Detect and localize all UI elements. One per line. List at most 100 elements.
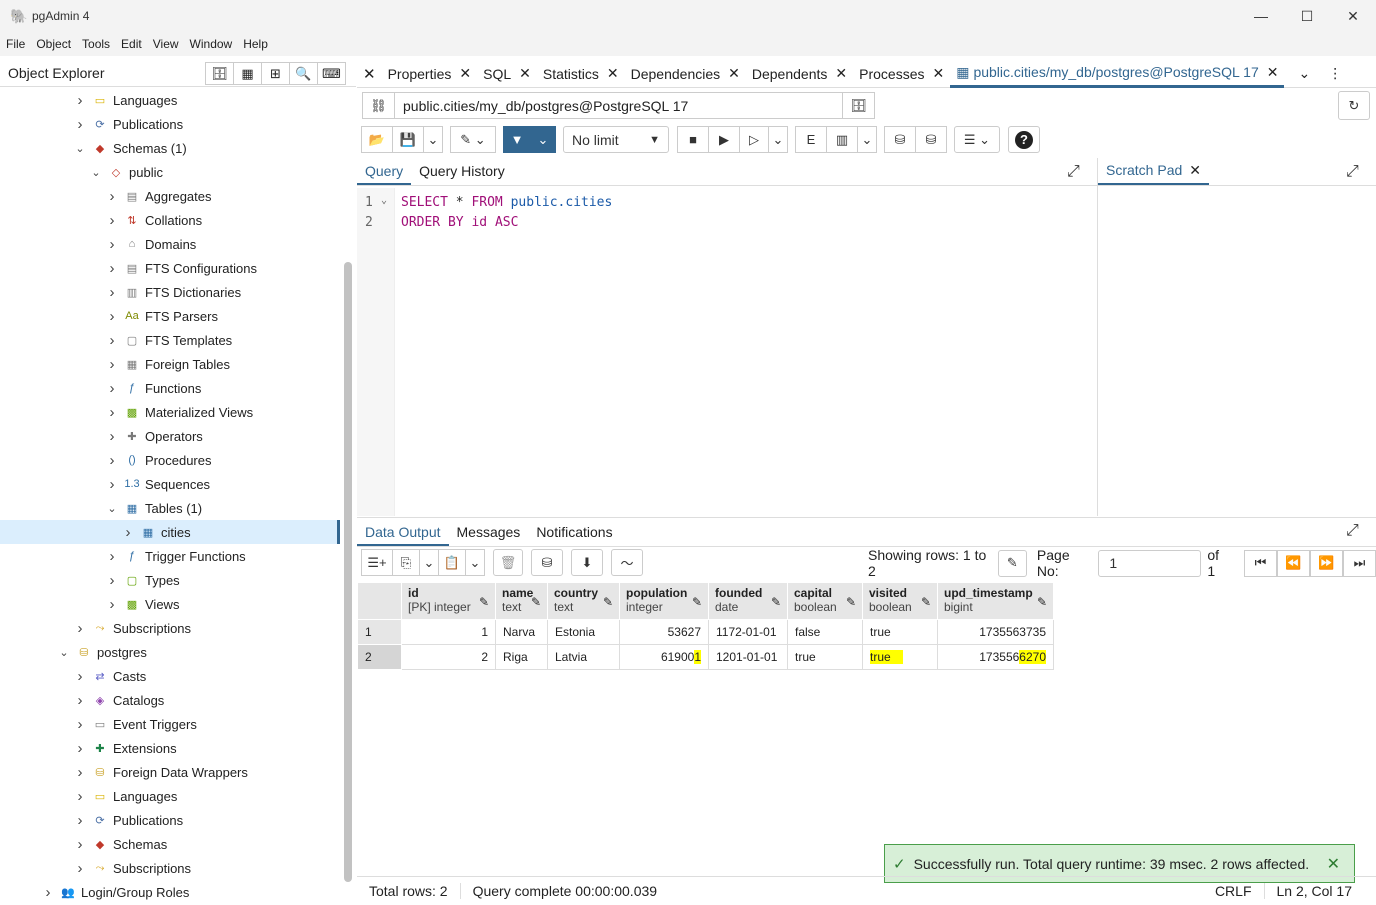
cell-name[interactable]: Riga xyxy=(495,644,548,670)
search-objects-button[interactable]: 🔍 xyxy=(289,62,318,85)
chevron-right-icon[interactable]: › xyxy=(74,620,86,637)
column-header[interactable]: visited boolean ✎ xyxy=(862,582,938,620)
execute-dropdown-button[interactable]: ⌄ xyxy=(768,126,788,153)
sql-editor[interactable]: 1 ⌄ 2 SELECT * FROM public.cities ORDER … xyxy=(357,188,1097,516)
cell-population[interactable]: 53627 xyxy=(619,619,709,645)
maximize-button[interactable]: ☐ xyxy=(1284,0,1330,32)
close-icon[interactable]: ✕ xyxy=(728,65,740,82)
chevron-right-icon[interactable]: › xyxy=(74,668,86,685)
tab-sql[interactable]: SQL ✕ xyxy=(477,60,537,88)
edit-button[interactable]: ✎ ⌄ xyxy=(450,126,496,153)
execute-button[interactable]: ▶ xyxy=(708,126,740,153)
cell-country[interactable]: Latvia xyxy=(547,644,620,670)
chevron-right-icon[interactable]: › xyxy=(74,788,86,805)
tree-item-publications[interactable]: › ⟳ Publications xyxy=(0,112,340,136)
chevron-right-icon[interactable]: › xyxy=(106,356,118,373)
row-limit-select[interactable]: No limit ▼ xyxy=(563,126,669,153)
view-data-button[interactable]: ▦ xyxy=(233,62,262,85)
cell-id[interactable]: 2 xyxy=(401,644,496,670)
tree-item-schemas-1[interactable]: ⌄ ◆ Schemas (1) xyxy=(0,136,340,160)
close-icon[interactable]: ✕ xyxy=(1327,854,1340,874)
tree-item-foreign-data-wrappers[interactable]: › ⛁ Foreign Data Wrappers xyxy=(0,760,340,784)
tree-item-schemas[interactable]: › ◆ Schemas xyxy=(0,832,340,856)
tab-query[interactable]: Query xyxy=(357,158,412,185)
chevron-right-icon[interactable]: › xyxy=(106,452,118,469)
filter-button[interactable]: ▼ xyxy=(503,126,531,153)
chevron-right-icon[interactable]: › xyxy=(106,260,118,277)
tree-item-aggregates[interactable]: › ▤ Aggregates xyxy=(0,184,340,208)
execute-options-button[interactable]: ▷ xyxy=(739,126,769,153)
chevron-right-icon[interactable]: › xyxy=(106,596,118,613)
chevron-right-icon[interactable]: › xyxy=(106,236,118,253)
menu-object[interactable]: Object xyxy=(36,37,71,51)
reset-layout-button[interactable]: ↻ xyxy=(1338,91,1370,120)
tree-item-catalogs[interactable]: › ◈ Catalogs xyxy=(0,688,340,712)
row-number[interactable]: 2 xyxy=(357,644,402,670)
tree-item-materialized-views[interactable]: › ▩ Materialized Views xyxy=(0,400,340,424)
new-connection-button[interactable]: 🗄 xyxy=(842,92,875,119)
next-page-button[interactable]: ⏩ xyxy=(1310,549,1343,577)
tab-scratch-pad[interactable]: Scratch Pad ✕ xyxy=(1098,157,1209,185)
chevron-right-icon[interactable]: › xyxy=(106,572,118,589)
menu-file[interactable]: File xyxy=(6,37,25,51)
chevron-right-icon[interactable]: › xyxy=(122,524,134,541)
tree-item-tables-1[interactable]: ⌄ ▦ Tables (1) xyxy=(0,496,340,520)
chevron-right-icon[interactable]: › xyxy=(74,740,86,757)
chevron-right-icon[interactable]: › xyxy=(74,836,86,853)
tree-item-trigger-functions[interactable]: › ƒ Trigger Functions xyxy=(0,544,340,568)
cell-founded[interactable]: 1201-01-01 xyxy=(708,644,788,670)
save-options-button[interactable]: ⌄ xyxy=(423,126,443,153)
first-page-button[interactable]: ⏮ xyxy=(1244,549,1277,577)
copy-button[interactable]: ⎘ xyxy=(392,549,420,576)
paste-options-button[interactable]: ⌄ xyxy=(465,549,485,576)
column-header[interactable]: name text ✎ xyxy=(495,582,548,620)
tree-item-types[interactable]: › ▢ Types xyxy=(0,568,340,592)
chevron-right-icon[interactable]: › xyxy=(106,476,118,493)
tree-item-languages[interactable]: › ▭ Languages xyxy=(0,88,340,112)
tree-item-procedures[interactable]: › () Procedures xyxy=(0,448,340,472)
menu-edit[interactable]: Edit xyxy=(121,37,142,51)
chevron-down-icon[interactable]: ⌄ xyxy=(74,142,86,155)
chevron-right-icon[interactable]: › xyxy=(74,116,86,133)
fold-icon[interactable]: ⌄ xyxy=(381,195,387,206)
tree-item-publications[interactable]: › ⟳ Publications xyxy=(0,808,340,832)
chevron-right-icon[interactable]: › xyxy=(106,428,118,445)
filtered-rows-button[interactable]: ⊞ xyxy=(261,62,290,85)
menu-help[interactable]: Help xyxy=(243,37,268,51)
tabs-overflow-button[interactable]: ⌄ xyxy=(1292,60,1316,88)
tree-scrollbar[interactable] xyxy=(344,262,352,882)
connection-select[interactable]: public.cities/my_db/postgres@PostgreSQL … xyxy=(394,92,843,119)
page-input[interactable]: 1 xyxy=(1098,549,1202,577)
column-header[interactable]: capital boolean ✎ xyxy=(787,582,863,620)
cell-population[interactable]: 619001 xyxy=(619,644,709,670)
chevron-right-icon[interactable]: › xyxy=(106,404,118,421)
cell-visited[interactable]: true xyxy=(862,619,938,645)
psql-tool-button[interactable]: ⌨ xyxy=(317,62,346,85)
close-icon[interactable]: ✕ xyxy=(835,65,847,82)
chevron-right-icon[interactable]: › xyxy=(74,764,86,781)
help-button[interactable]: ? xyxy=(1008,126,1040,153)
copy-options-button[interactable]: ⌄ xyxy=(419,549,439,576)
chevron-right-icon[interactable]: › xyxy=(74,692,86,709)
tree-item-postgres[interactable]: ⌄ ⛁ postgres xyxy=(0,640,340,664)
column-header[interactable]: id [PK] integer ✎ xyxy=(401,582,496,620)
tree-item-event-triggers[interactable]: › ▭ Event Triggers xyxy=(0,712,340,736)
connection-status-button[interactable]: ⛓ xyxy=(362,92,395,119)
chevron-down-icon[interactable]: ⌄ xyxy=(106,502,118,515)
tree-item-cities[interactable]: › ▦ cities xyxy=(0,520,340,544)
tab-properties[interactable]: Properties ✕ xyxy=(382,60,478,88)
tree-item-login-group-roles[interactable]: › 👥 Login/Group Roles xyxy=(0,880,340,904)
row-number-header[interactable] xyxy=(357,582,402,620)
tree-item-fts-templates[interactable]: › ▢ FTS Templates xyxy=(0,328,340,352)
tab-processes[interactable]: Processes ✕ xyxy=(853,60,950,88)
chevron-right-icon[interactable]: › xyxy=(106,188,118,205)
tree-item-languages[interactable]: › ▭ Languages xyxy=(0,784,340,808)
chevron-right-icon[interactable]: › xyxy=(106,380,118,397)
tab-statistics[interactable]: Statistics ✕ xyxy=(537,60,625,88)
chevron-right-icon[interactable]: › xyxy=(106,548,118,565)
column-header[interactable]: population integer ✎ xyxy=(619,582,709,620)
graph-button[interactable]: 〜 xyxy=(611,549,643,576)
edit-range-button[interactable]: ✎ xyxy=(997,549,1027,577)
expand-editor-icon[interactable]: ⤢ xyxy=(1067,163,1080,181)
chevron-right-icon[interactable]: › xyxy=(42,884,54,901)
